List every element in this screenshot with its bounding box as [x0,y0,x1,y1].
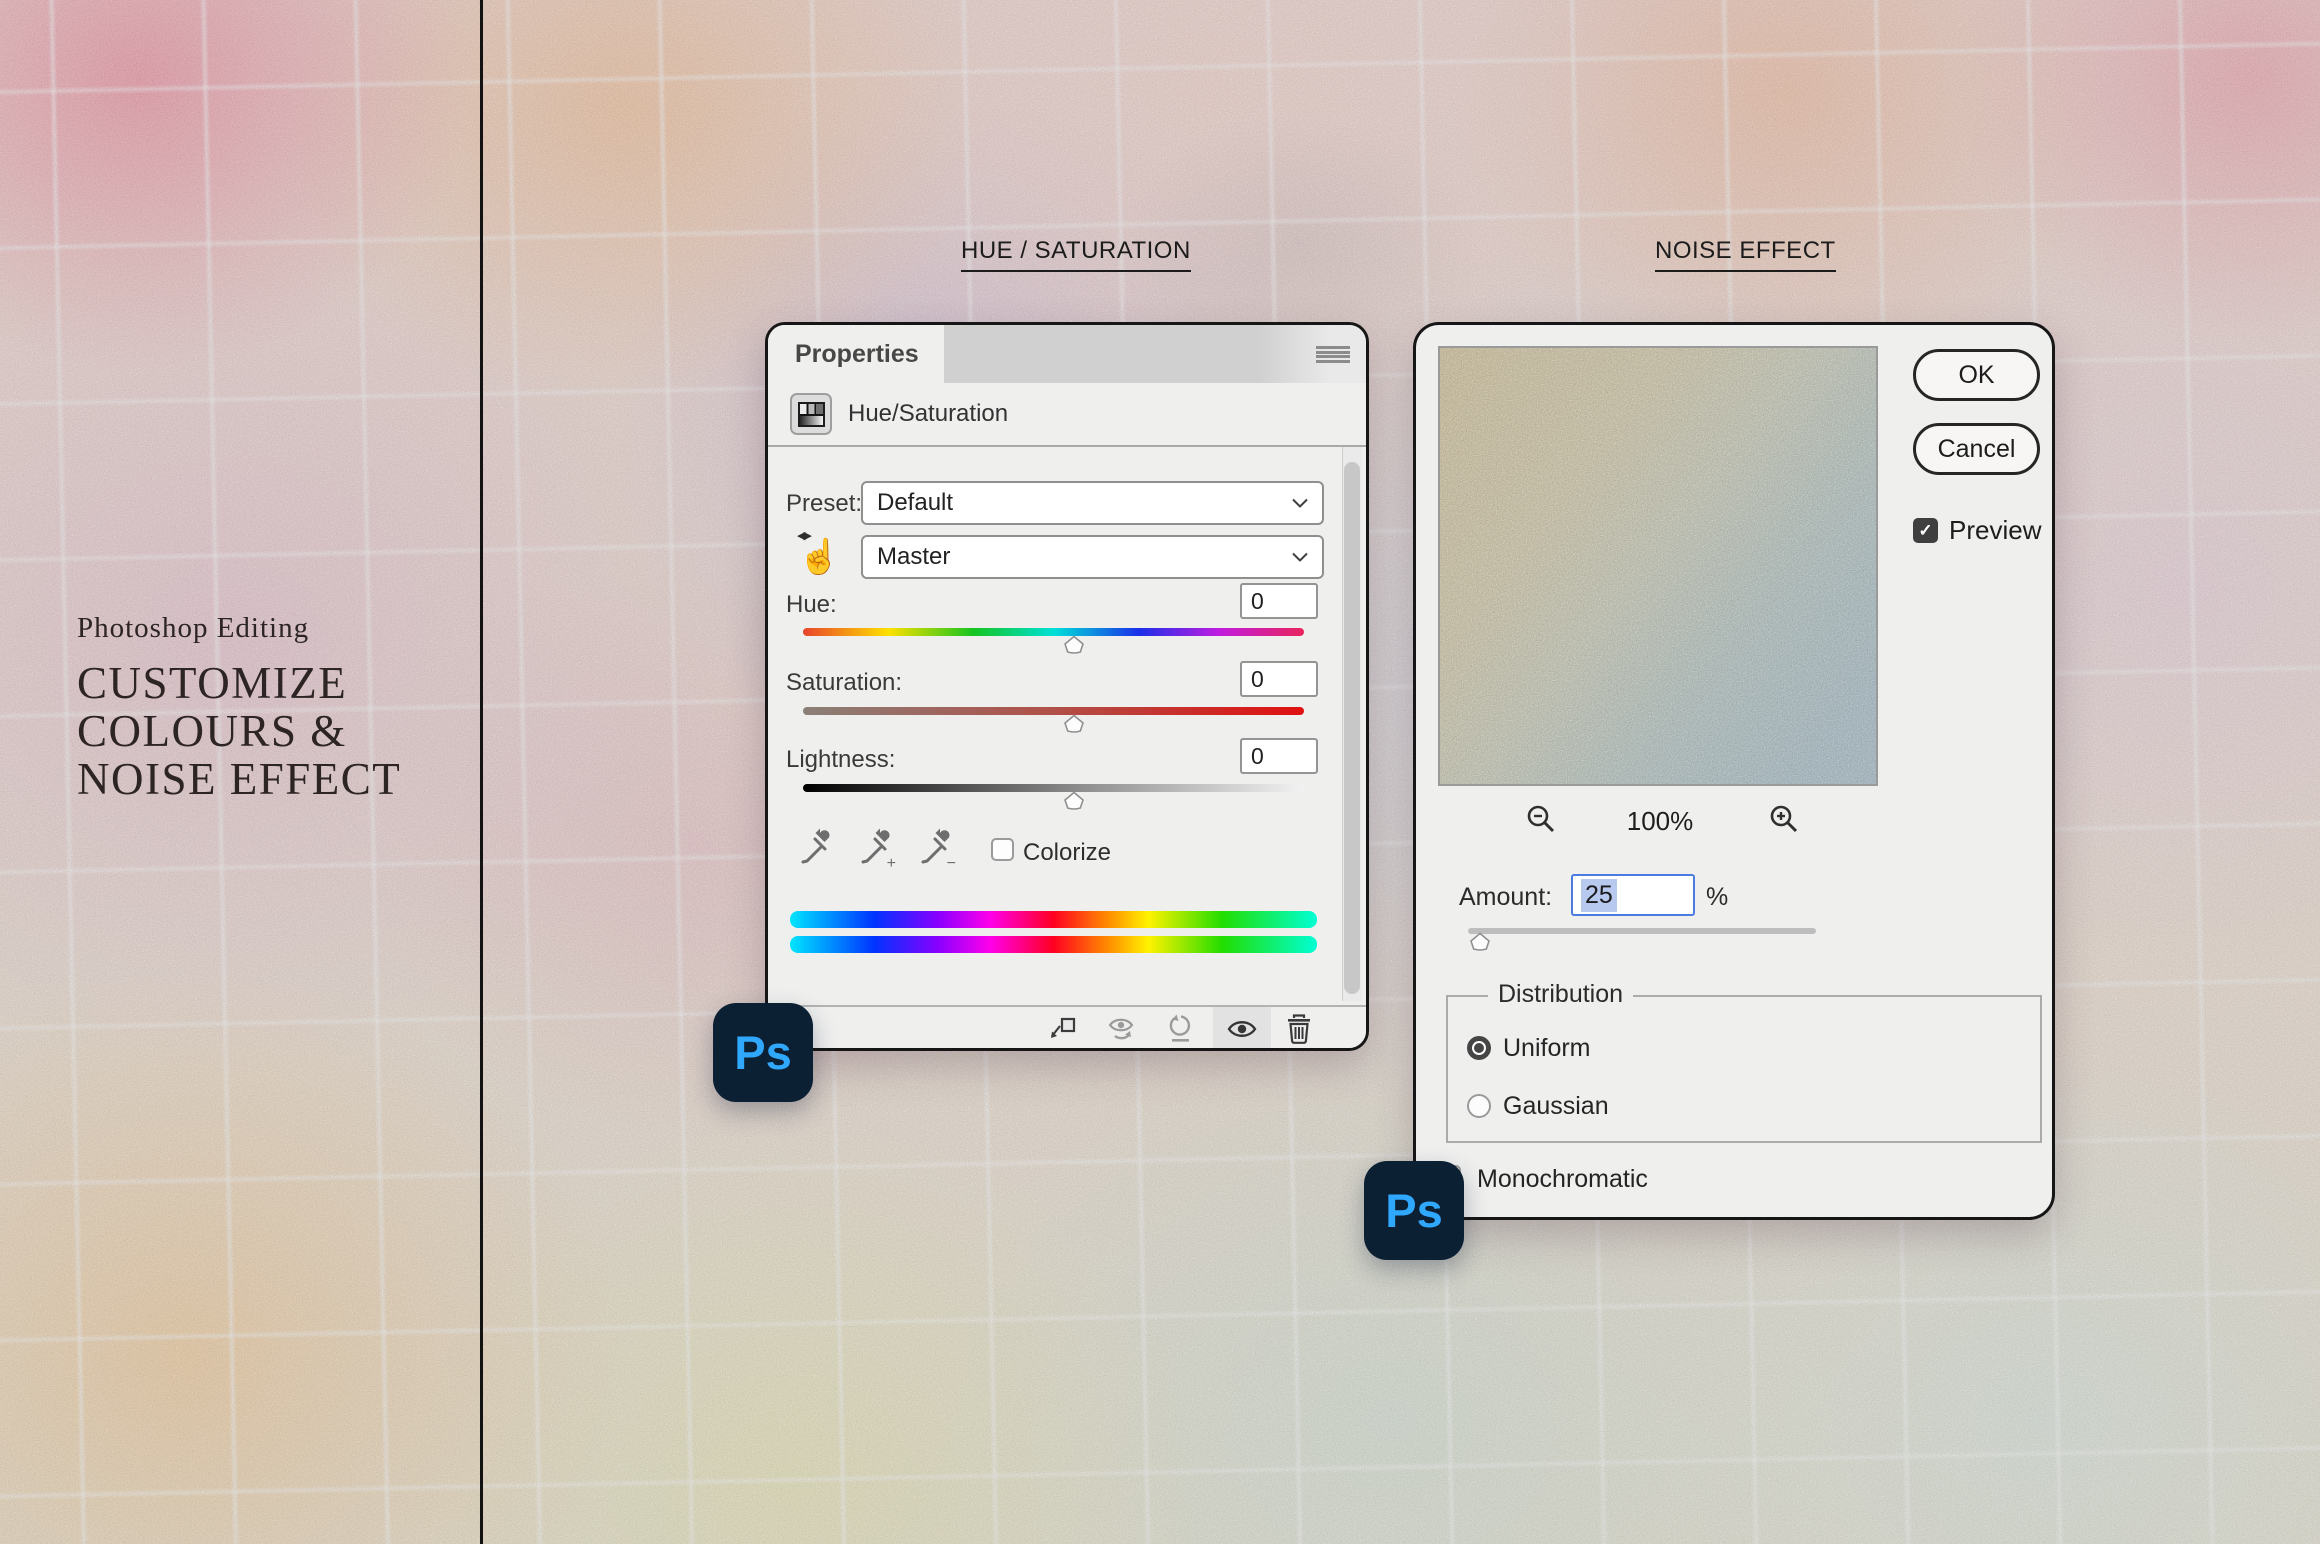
photoshop-logo: Ps [713,1003,813,1102]
chevron-down-icon [1292,499,1308,508]
colorize-label: Colorize [1023,839,1111,867]
photoshop-logo-text: Ps [734,1025,792,1080]
preview-checkbox[interactable]: ✓ [1913,518,1938,543]
lightness-value: 0 [1251,743,1264,770]
headline-text: CUSTOMIZE COLOURS & NOISE EFFECT [77,659,401,803]
zoom-in-icon[interactable] [1768,803,1800,837]
channel-value: Master [877,543,950,571]
panel-tab-bar: Properties [768,325,1366,383]
uniform-option[interactable]: Uniform [1467,1035,1591,1061]
cancel-button[interactable]: Cancel [1913,423,2040,475]
clip-to-layer-icon[interactable] [1047,1014,1077,1044]
monochromatic-row: Monochromatic [1416,1143,2052,1217]
panel-footer-toolbar [768,1005,1366,1048]
preview-toggle[interactable]: ✓ Preview [1913,515,2041,546]
lightness-value-input[interactable]: 0 [1240,738,1318,774]
hue-reference-bar-top [790,911,1317,928]
preset-value: Default [877,489,953,517]
monochromatic-label: Monochromatic [1477,1165,1648,1194]
amount-input[interactable]: 25 [1571,874,1695,916]
distribution-group: Distribution Uniform Gaussian [1446,995,2042,1143]
layer-visibility-eye-icon[interactable] [1227,1014,1257,1044]
saturation-slider-label: Saturation: [786,669,902,697]
colorize-checkbox[interactable] [991,838,1014,861]
photoshop-logo: Ps [1364,1161,1464,1260]
add-noise-dialog: OK Cancel ✓ Preview 100% Amount: 25 % Di… [1413,322,2055,1220]
eyedropper-icon[interactable] [798,827,832,871]
gaussian-radio[interactable] [1467,1094,1491,1118]
delete-trash-icon[interactable] [1284,1014,1314,1044]
properties-panel: Properties Hue/Saturation Preset: Defaul… [765,322,1369,1051]
distribution-legend: Distribution [1488,980,1633,1009]
noise-effect-section-label: NOISE EFFECT [1655,237,1836,272]
amount-unit: % [1706,883,1728,912]
preset-label: Preset: [786,490,862,518]
saturation-value-input[interactable]: 0 [1240,661,1318,697]
tab-properties[interactable]: Properties [768,325,944,383]
lightness-slider-label: Lightness: [786,746,895,774]
lightness-slider-thumb[interactable] [1062,791,1086,810]
saturation-value: 0 [1251,666,1264,693]
pointer-hand-icon: ☝ [798,537,840,577]
amount-slider-track[interactable] [1468,928,1816,934]
amount-value-selected: 25 [1581,879,1617,912]
gaussian-label: Gaussian [1503,1092,1609,1121]
amount-slider-thumb[interactable] [1468,932,1492,951]
adjustment-title: Hue/Saturation [848,383,1008,445]
view-previous-state-icon[interactable] [1107,1014,1137,1044]
eyedropper-minus-icon[interactable]: − [918,827,952,871]
hue-reference-bar-bottom [790,936,1317,953]
hue-value-input[interactable]: 0 [1240,583,1318,619]
saturation-slider-track[interactable] [803,707,1304,715]
zoom-level-value: 100% [1602,806,1718,837]
hue-slider-track[interactable] [803,628,1304,636]
headline-line: CUSTOMIZE [77,659,401,707]
reset-icon[interactable] [1166,1014,1196,1044]
header-separator [768,445,1366,447]
vertical-divider-line [480,0,483,1544]
uniform-radio[interactable] [1467,1036,1491,1060]
kicker-text: Photoshop Editing [77,612,401,645]
adjustment-header: Hue/Saturation [768,383,1366,445]
poster-canvas: Photoshop Editing CUSTOMIZE COLOURS & NO… [0,0,2320,1544]
hue-slider-label: Hue: [786,591,837,619]
saturation-slider-thumb[interactable] [1062,714,1086,733]
minus-mark: − [947,855,956,873]
preview-noise-texture [1440,348,1876,784]
check-icon: ✓ [1918,521,1932,541]
chevron-down-icon [1292,553,1308,562]
amount-label: Amount: [1459,883,1552,912]
preview-label: Preview [1949,515,2041,546]
headline-line: NOISE EFFECT [77,755,401,803]
ok-button[interactable]: OK [1913,349,2040,401]
lightness-slider-track[interactable] [803,784,1304,792]
noise-preview-image [1438,346,1878,786]
panel-menu-icon[interactable] [1316,346,1350,363]
channel-dropdown[interactable]: Master [861,535,1324,579]
headline-line: COLOURS & [77,707,401,755]
gaussian-option[interactable]: Gaussian [1467,1093,1609,1119]
eyedropper-plus-icon[interactable]: + [858,827,892,871]
left-text-block: Photoshop Editing CUSTOMIZE COLOURS & NO… [77,612,401,803]
zoom-out-icon[interactable] [1525,803,1557,837]
panel-scrollbar-thumb[interactable] [1344,462,1360,994]
hue-value: 0 [1251,588,1264,615]
preset-dropdown[interactable]: Default [861,481,1324,525]
plus-mark: + [887,855,896,873]
targeted-adjustment-tool-icon[interactable]: ◀▶ ☝ [795,533,839,581]
uniform-label: Uniform [1503,1034,1591,1063]
photoshop-logo-text: Ps [1385,1183,1443,1238]
hue-saturation-section-label: HUE / SATURATION [961,237,1191,272]
hue-saturation-adjustment-icon [790,393,832,435]
hue-slider-thumb[interactable] [1062,635,1086,654]
zoom-controls: 100% [1416,803,1900,839]
